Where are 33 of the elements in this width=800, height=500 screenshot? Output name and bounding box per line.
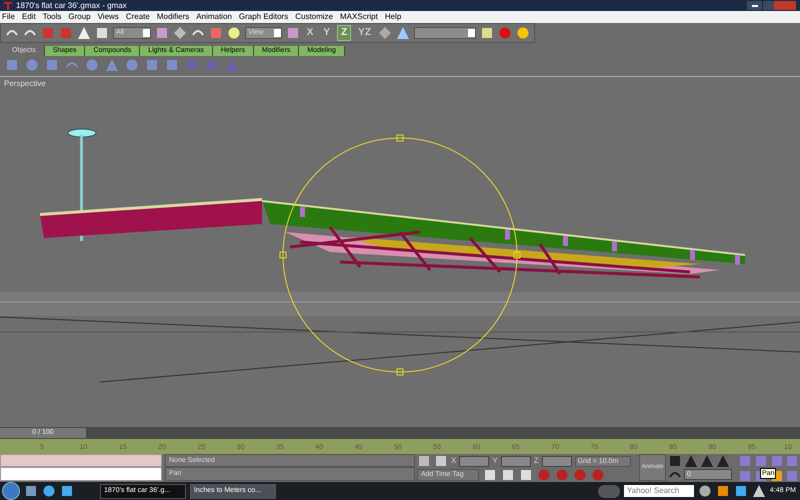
menu-item[interactable]: Graph Editors <box>238 13 288 21</box>
rotate-gizmo-drawing[interactable] <box>280 134 520 376</box>
sphere-icon[interactable] <box>25 58 39 72</box>
box-icon[interactable] <box>5 58 19 72</box>
cone-icon[interactable] <box>105 58 119 72</box>
menu-item[interactable]: File <box>2 13 15 21</box>
search-field[interactable]: Yahoo! Search <box>624 485 694 497</box>
render-icon[interactable] <box>516 26 530 40</box>
y-label: Y <box>492 455 498 467</box>
viewport-label[interactable]: Perspective <box>4 78 46 90</box>
menu-item[interactable]: Help <box>384 13 402 21</box>
listener-output-field[interactable] <box>0 467 162 481</box>
menu-item[interactable]: Create <box>126 13 150 21</box>
start-button[interactable] <box>2 482 20 500</box>
menu-item[interactable]: Edit <box>22 13 36 21</box>
z-coordinate-field[interactable] <box>542 456 572 466</box>
minimize-button[interactable] <box>747 1 762 10</box>
menu-item[interactable]: Customize <box>295 13 334 21</box>
geosphere-icon[interactable] <box>125 58 139 72</box>
menu-item[interactable]: Group <box>68 13 91 21</box>
window-title: 1870's flat car 36'.gmax - gmax <box>16 2 127 10</box>
z-label: Z <box>534 455 539 467</box>
y-coordinate-field[interactable] <box>500 456 531 466</box>
x-label: X <box>451 455 456 467</box>
menu-item[interactable]: Animation <box>196 13 232 21</box>
listener-field[interactable] <box>0 454 162 467</box>
menu-item[interactable]: MAXScript <box>340 13 378 21</box>
app-logo-icon <box>4 2 12 10</box>
named-selection-dropdown[interactable] <box>414 27 476 39</box>
menu-item[interactable]: Modifiers <box>156 13 190 21</box>
menu-item[interactable]: Tools <box>42 13 62 21</box>
menu-item[interactable]: Views <box>98 13 119 21</box>
x-coordinate-field[interactable] <box>459 456 490 466</box>
